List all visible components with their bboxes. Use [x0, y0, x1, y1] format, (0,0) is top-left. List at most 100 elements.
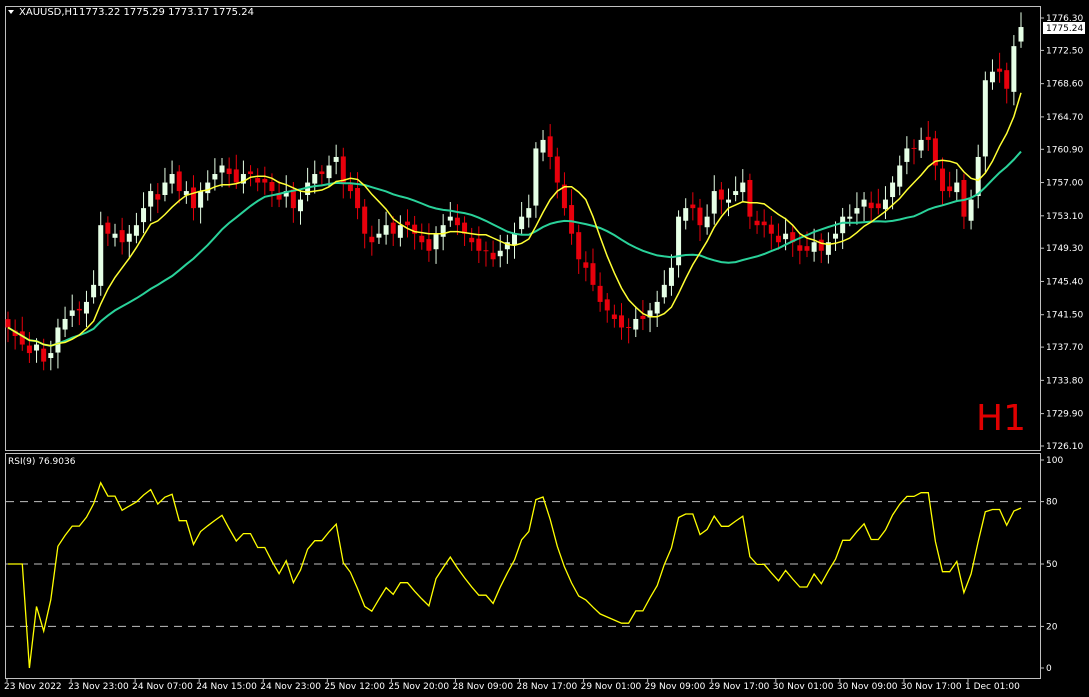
candle-bull: [918, 139, 924, 151]
candle-bear: [419, 235, 425, 243]
candle-bear: [604, 299, 610, 311]
time-tick-label: 30 Nov 09:00: [837, 682, 898, 692]
candle-bear: [233, 169, 239, 183]
candle-bull: [48, 353, 54, 359]
candle-bull: [433, 233, 439, 250]
candle-bull: [954, 182, 960, 193]
candle-bull: [968, 199, 974, 221]
candle-bull: [975, 156, 981, 197]
price-tick-label: 1737.70: [1046, 343, 1083, 353]
candle-bull: [219, 165, 225, 173]
candle-bear: [997, 68, 1003, 72]
time-tick-label: 29 Nov 17:00: [709, 682, 770, 692]
candle-bull: [519, 216, 525, 230]
candle-bear: [105, 222, 111, 234]
rsi-tick-label: 50: [1046, 560, 1058, 570]
time-tick-label: 28 Nov 09:00: [452, 682, 513, 692]
candle-bull: [112, 233, 118, 238]
candle-bear: [940, 168, 946, 192]
candle-bull: [897, 165, 903, 187]
time-tick-label: 23 Nov 2022: [4, 682, 62, 692]
candle-bear: [41, 348, 47, 362]
candle-bull: [440, 225, 446, 237]
price-tick-label: 1726.10: [1046, 442, 1083, 452]
candle-bear: [569, 205, 575, 234]
candle-bear: [868, 202, 874, 209]
candle-bear: [155, 194, 161, 200]
price-tick-label: 1745.40: [1046, 277, 1083, 287]
candle-bull: [533, 148, 539, 206]
candle-bear: [554, 156, 560, 183]
time-tick-label: 24 Nov 07:00: [132, 682, 193, 692]
candle-bull: [34, 344, 40, 351]
candle-bull: [83, 301, 89, 314]
candle-bear: [961, 179, 967, 217]
candle-bear: [754, 220, 760, 226]
candle-bull: [676, 216, 682, 266]
candle-bear: [626, 326, 632, 328]
candle-bear: [761, 221, 767, 226]
candle-bear: [590, 263, 596, 285]
time-tick-label: 25 Nov 12:00: [324, 682, 385, 692]
candle-bull: [383, 225, 389, 235]
candle-bear: [875, 203, 881, 209]
candle-bull: [526, 208, 532, 218]
moving-average-fast: [7, 92, 1022, 347]
candle-bear: [775, 235, 781, 243]
candle-bull: [882, 199, 888, 210]
rsi-tick-label: 100: [1046, 456, 1063, 466]
candle-bull: [840, 216, 846, 234]
chart-canvas[interactable]: 1776.301772.501768.601764.701760.901757.…: [0, 0, 1089, 697]
candle-bull: [512, 233, 517, 246]
rsi-tick-label: 20: [1046, 622, 1058, 632]
candle-bear: [404, 221, 410, 226]
rsi-tick-label: 0: [1046, 664, 1052, 674]
candle-bear: [576, 232, 582, 260]
time-tick-label: 29 Nov 09:00: [645, 682, 706, 692]
candle-bull: [704, 216, 710, 228]
price-tick-label: 1749.30: [1046, 244, 1083, 254]
candle-bear: [290, 189, 296, 209]
candle-bull: [890, 182, 896, 198]
candle-bull: [98, 225, 104, 286]
candle-bull: [62, 318, 68, 330]
candle-bull: [540, 139, 546, 153]
triangle-down-icon[interactable]: [8, 10, 14, 14]
candle-bull: [733, 191, 739, 195]
candle-bear: [262, 178, 268, 183]
ohlc-label: 1773.22 1775.29 1773.17 1775.24: [79, 7, 254, 18]
candle-bull: [654, 301, 660, 314]
rsi-line: [8, 481, 1022, 669]
time-tick-label: 24 Nov 23:00: [260, 682, 321, 692]
candle-bear: [190, 187, 196, 209]
candle-bear: [925, 136, 931, 140]
candle-bull: [297, 199, 303, 212]
price-tick-label: 1768.60: [1046, 80, 1083, 90]
candle-bear: [597, 285, 603, 302]
candle-bull: [133, 225, 139, 236]
price-tick-label: 1753.10: [1046, 212, 1083, 222]
candle-bull: [162, 182, 168, 195]
time-tick-label: 1 Dec 01:00: [965, 682, 1020, 692]
candle-bull: [1011, 46, 1017, 92]
candle-bear: [1004, 70, 1010, 89]
candle-bull: [312, 174, 318, 184]
candle-bear: [583, 262, 589, 268]
price-tick-label: 1729.90: [1046, 410, 1083, 420]
candle-bull: [783, 233, 789, 240]
price-tick-label: 1772.50: [1046, 46, 1083, 56]
candle-bull: [861, 199, 867, 207]
rsi-tick-label: 80: [1046, 498, 1058, 508]
candle-bull: [212, 174, 218, 180]
candle-bear: [818, 239, 824, 251]
candle-bear: [369, 236, 375, 243]
candle-bull: [91, 284, 97, 298]
candle-bull: [376, 233, 382, 238]
candle-bear: [611, 314, 617, 319]
candle-bear: [476, 238, 482, 251]
candle-bear: [454, 217, 460, 226]
candle-bull: [198, 191, 204, 208]
candle-bull: [141, 208, 147, 223]
candle-bull: [989, 71, 995, 83]
candle-bear: [426, 239, 432, 251]
